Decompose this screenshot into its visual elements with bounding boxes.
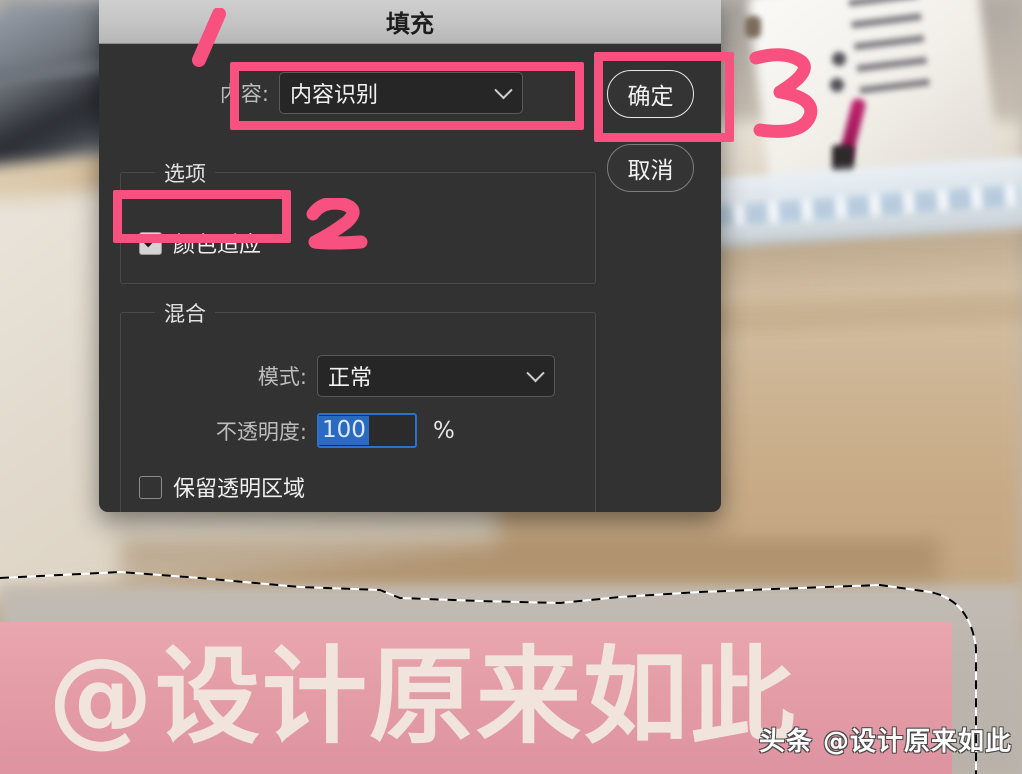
dialog-body: 内容: 内容识别 选项 颜色适应 混合 模式: 正常 不透明度: 100 % 保… bbox=[99, 44, 721, 512]
opacity-label: 不透明度: bbox=[215, 419, 307, 444]
blend-group-title: 混合 bbox=[155, 298, 215, 328]
chevron-down-icon bbox=[526, 363, 545, 383]
background-machine-dial-1 bbox=[832, 52, 846, 66]
ok-button-label: 确定 bbox=[627, 84, 674, 110]
options-group: 选项 颜色适应 bbox=[120, 158, 596, 284]
fill-dialog: 填充 内容: 内容识别 选项 颜色适应 混合 模式: 正常 不透明度: 100 … bbox=[99, 0, 721, 512]
check-icon bbox=[143, 234, 157, 248]
cancel-button[interactable]: 取消 bbox=[607, 144, 694, 192]
channel-logo: 头条 @设计原来如此 bbox=[758, 727, 1012, 757]
color-adaptation-label: 颜色适应 bbox=[173, 233, 262, 258]
opacity-input[interactable]: 100 bbox=[317, 413, 417, 448]
preserve-transparency-row[interactable]: 保留透明区域 bbox=[139, 471, 305, 503]
dialog-title: 填充 bbox=[386, 10, 434, 38]
cancel-button-label: 取消 bbox=[627, 158, 674, 184]
opacity-unit: % bbox=[433, 417, 455, 444]
color-adaptation-checkbox[interactable] bbox=[139, 231, 162, 255]
content-select-value: 内容识别 bbox=[290, 83, 379, 108]
background-machine-knob bbox=[745, 16, 761, 38]
mode-label: 模式: bbox=[257, 365, 307, 389]
ok-button[interactable]: 确定 bbox=[607, 70, 694, 118]
mode-row: 模式: 正常 bbox=[121, 355, 595, 397]
content-select[interactable]: 内容识别 bbox=[279, 72, 523, 114]
preserve-transparency-checkbox[interactable] bbox=[139, 475, 162, 499]
watermark-text: @设计原来如此 bbox=[48, 636, 798, 758]
opacity-row: 不透明度: 100 % bbox=[121, 413, 595, 448]
mode-select-value: 正常 bbox=[328, 366, 373, 391]
blend-group: 混合 模式: 正常 不透明度: 100 % 保留透明区域 bbox=[120, 298, 596, 512]
preserve-transparency-label: 保留透明区域 bbox=[173, 477, 306, 502]
dialog-titlebar[interactable]: 填充 bbox=[99, 0, 721, 44]
color-adaptation-row[interactable]: 颜色适应 bbox=[139, 227, 261, 259]
mode-select[interactable]: 正常 bbox=[317, 355, 555, 397]
background-machine-vents bbox=[848, 0, 932, 109]
background-machine-dial-2 bbox=[830, 78, 844, 92]
chevron-down-icon bbox=[494, 80, 513, 100]
photoshop-canvas: @设计原来如此 头条 @设计原来如此 填充 内容: 内容识别 选项 颜色适应 混… bbox=[0, 0, 1022, 774]
content-label: 内容: bbox=[219, 82, 269, 106]
options-group-title: 选项 bbox=[155, 158, 215, 188]
opacity-value: 100 bbox=[319, 416, 369, 445]
